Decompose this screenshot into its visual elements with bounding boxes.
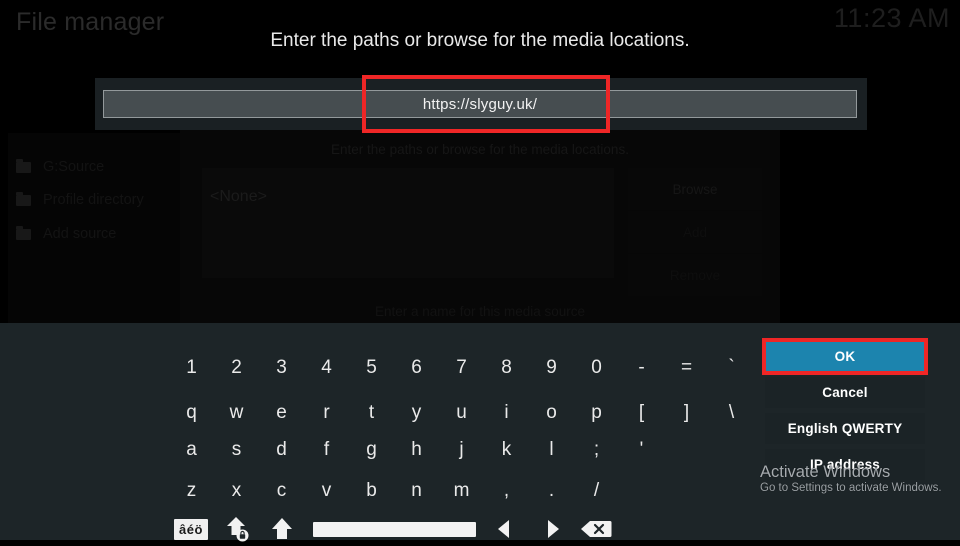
accents-key-label: âéö [174,518,208,540]
backspace-key[interactable] [578,512,614,546]
arrow-right-icon [548,520,559,538]
sidebar-item-add-source[interactable]: Add source [16,220,176,248]
key-f[interactable]: f [304,432,349,468]
key-c[interactable]: c [259,473,304,509]
key-k[interactable]: k [484,432,529,468]
key-7[interactable]: 7 [439,350,484,386]
key-=[interactable]: = [664,350,709,386]
key-;[interactable]: ; [574,432,619,468]
key-\[interactable]: \ [709,395,754,431]
key-r[interactable]: r [304,395,349,431]
background-paths-list[interactable]: <None> [202,168,614,278]
caps-lock-icon [227,517,249,542]
key-o[interactable]: o [529,395,574,431]
key-][interactable]: ] [664,395,709,431]
accents-key[interactable]: âéö [173,512,209,546]
key-/[interactable]: / [574,473,619,509]
key-.[interactable]: . [529,473,574,509]
caps-lock-key[interactable] [220,512,254,546]
space-key-bar [313,521,476,537]
activate-windows-watermark: Activate Windows Go to Settings to activ… [760,463,942,495]
sidebar-item-g-source[interactable]: G:Source [16,153,176,181]
key-n[interactable]: n [394,473,439,509]
arrow-left-icon [498,520,509,538]
key-e[interactable]: e [259,395,304,431]
watermark-line-2: Go to Settings to activate Windows. [760,482,942,494]
background-source-dialog: Enter the paths or browse for the media … [180,130,780,325]
key-i[interactable]: i [484,395,529,431]
watermark-line-1: Activate Windows [760,463,891,481]
cursor-left-key[interactable] [489,512,519,546]
key-a[interactable]: a [169,432,214,468]
key-5[interactable]: 5 [349,350,394,386]
key-0[interactable]: 0 [574,350,619,386]
key-8[interactable]: 8 [484,350,529,386]
ok-button[interactable]: OK [765,341,925,372]
shift-key[interactable] [265,512,299,546]
url-input-value: https://slyguy.uk/ [422,95,538,113]
shift-arrow-icon [272,518,292,539]
sidebar-item-label: G:Source [43,159,105,175]
key-s[interactable]: s [214,432,259,468]
folder-icon [16,191,31,206]
key-v[interactable]: v [304,473,349,509]
key-`[interactable]: ` [709,350,754,386]
key--[interactable]: - [619,350,664,386]
background-dialog-heading: Enter the paths or browse for the media … [331,142,629,157]
background-dialog-buttons: Browse Add Remove [628,168,762,297]
key-p[interactable]: p [574,395,619,431]
key-9[interactable]: 9 [529,350,574,386]
key-q[interactable]: q [169,395,214,431]
entry-heading: Enter the paths or browse for the media … [270,30,690,51]
key-2[interactable]: 2 [214,350,259,386]
key-b[interactable]: b [349,473,394,509]
sidebar-item-label: Profile directory [43,192,144,208]
key-h[interactable]: h [394,432,439,468]
key-l[interactable]: l [529,432,574,468]
key-d[interactable]: d [259,432,304,468]
backspace-icon [581,521,612,537]
key-6[interactable]: 6 [394,350,439,386]
key-t[interactable]: t [349,395,394,431]
cursor-right-key[interactable] [538,512,568,546]
folder-icon [16,158,31,173]
key-1[interactable]: 1 [169,350,214,386]
key-z[interactable]: z [169,473,214,509]
url-input[interactable]: https://slyguy.uk/ [103,90,857,118]
key-j[interactable]: j [439,432,484,468]
keyboard-layout-button[interactable]: English QWERTY [765,413,925,444]
key-[[interactable]: [ [619,395,664,431]
space-key[interactable] [313,512,476,546]
key-g[interactable]: g [349,432,394,468]
key-4[interactable]: 4 [304,350,349,386]
key-u[interactable]: u [439,395,484,431]
key-3[interactable]: 3 [259,350,304,386]
list-item: <None> [210,188,267,205]
key-'[interactable]: ' [619,432,664,468]
kodi-screen: File manager 11:23 AM G:Source Profile d… [0,0,960,542]
cancel-button[interactable]: Cancel [765,377,925,408]
key-w[interactable]: w [214,395,259,431]
add-button[interactable]: Add [628,211,762,253]
sidebar-item-profile-directory[interactable]: Profile directory [16,186,176,214]
folder-icon [16,225,31,240]
key-x[interactable]: x [214,473,259,509]
background-dialog-footer: Enter a name for this media source [374,304,586,319]
browse-button[interactable]: Browse [628,168,762,210]
key-y[interactable]: y [394,395,439,431]
remove-button[interactable]: Remove [628,254,762,296]
sidebar-item-label: Add source [43,226,117,242]
key-m[interactable]: m [439,473,484,509]
key-,[interactable]: , [484,473,529,509]
